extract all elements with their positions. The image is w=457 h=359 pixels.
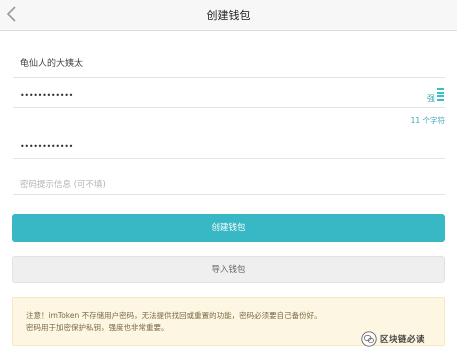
- watermark: 区块链必读: [361, 331, 425, 347]
- repeat-password-field[interactable]: ••••••••••••: [13, 137, 445, 159]
- password-hint-placeholder: 密码提示信息 (可不填): [20, 180, 106, 190]
- watermark-text: 区块链必读: [380, 335, 426, 345]
- security-notice-text: 注意！imToken 不存储用户密码，无法提供找回或重置的功能，密码必须要自己备…: [26, 311, 322, 332]
- password-strength-indicator: 强: [415, 86, 445, 106]
- char-count-text: 11 个字符: [410, 116, 445, 125]
- import-wallet-button[interactable]: 导入钱包: [12, 256, 445, 283]
- strength-bars-icon: [437, 88, 444, 102]
- password-strength-label: 强: [427, 94, 435, 103]
- password-hint-field[interactable]: 密码提示信息 (可不填): [13, 172, 445, 195]
- password-field[interactable]: •••••••••••• 强: [13, 86, 445, 108]
- wallet-name-field[interactable]: 龟仙人的大姨太: [13, 48, 445, 78]
- password-value: ••••••••••••: [20, 91, 74, 100]
- wallet-name-value: 龟仙人的大姨太: [20, 59, 84, 69]
- nav-header: 创建钱包: [0, 0, 457, 31]
- page-title: 创建钱包: [206, 9, 251, 22]
- repeat-password-value: ••••••••••••: [20, 142, 74, 151]
- wechat-logo-icon: [361, 331, 377, 347]
- create-wallet-button[interactable]: 创建钱包: [12, 214, 445, 242]
